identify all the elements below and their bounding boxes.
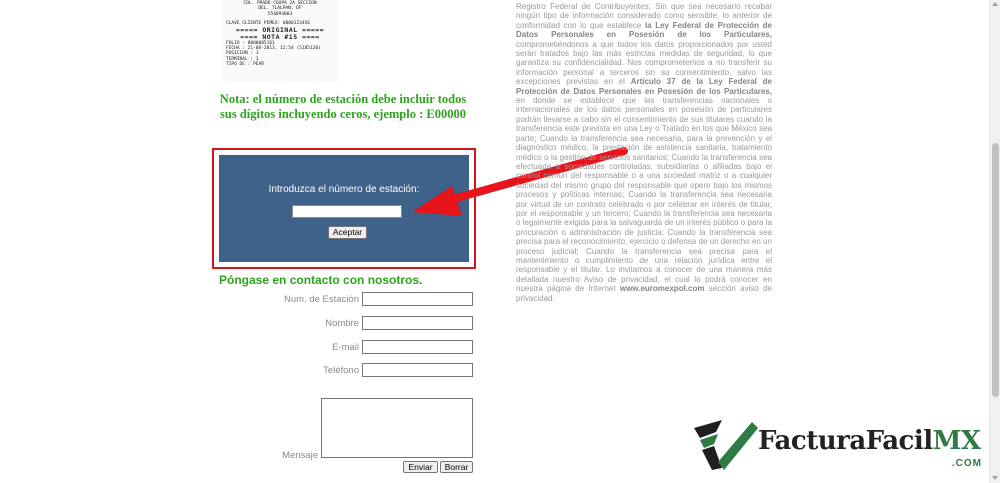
email-input[interactable] <box>362 340 473 354</box>
scroll-down-arrow-icon[interactable] <box>992 476 998 480</box>
phone-input[interactable] <box>362 363 473 377</box>
scroll-up-arrow-icon[interactable] <box>992 2 998 6</box>
logo-suffix: .COM <box>951 458 982 469</box>
message-textarea[interactable] <box>321 398 473 458</box>
contact-station-input[interactable] <box>362 292 473 306</box>
name-input[interactable] <box>362 316 473 330</box>
name-label: Nombre <box>325 318 359 329</box>
privacy-website-link[interactable]: www.euromexpol.com <box>620 284 705 293</box>
facturafacil-logo: FacturaFacilMX .COM <box>692 418 988 474</box>
privacy-text: en donde se establece que las transferen… <box>516 96 772 294</box>
red-arrow-icon <box>412 147 628 216</box>
logo-wordmark: FacturaFacilMX <box>758 426 981 456</box>
logo-name-accent: MX <box>932 426 981 456</box>
send-button[interactable]: Enviar <box>403 461 438 473</box>
check-stripes-logo-icon <box>694 420 758 470</box>
contact-title: Póngase en contacto con nosotros. <box>219 273 423 287</box>
privacy-notice: Registro Federal de Contribuyentes; Sin … <box>516 2 772 303</box>
email-label: E-mail <box>332 342 359 353</box>
clear-button[interactable]: Borrar <box>440 461 473 473</box>
logo-name: FacturaFacil <box>758 426 933 456</box>
vertical-scrollbar[interactable] <box>989 0 1000 483</box>
scroll-thumb[interactable] <box>992 143 999 397</box>
message-label: Mensaje <box>282 450 318 461</box>
station-label: Num. de Estación <box>284 294 359 305</box>
phone-label: Teléfono <box>323 365 359 376</box>
